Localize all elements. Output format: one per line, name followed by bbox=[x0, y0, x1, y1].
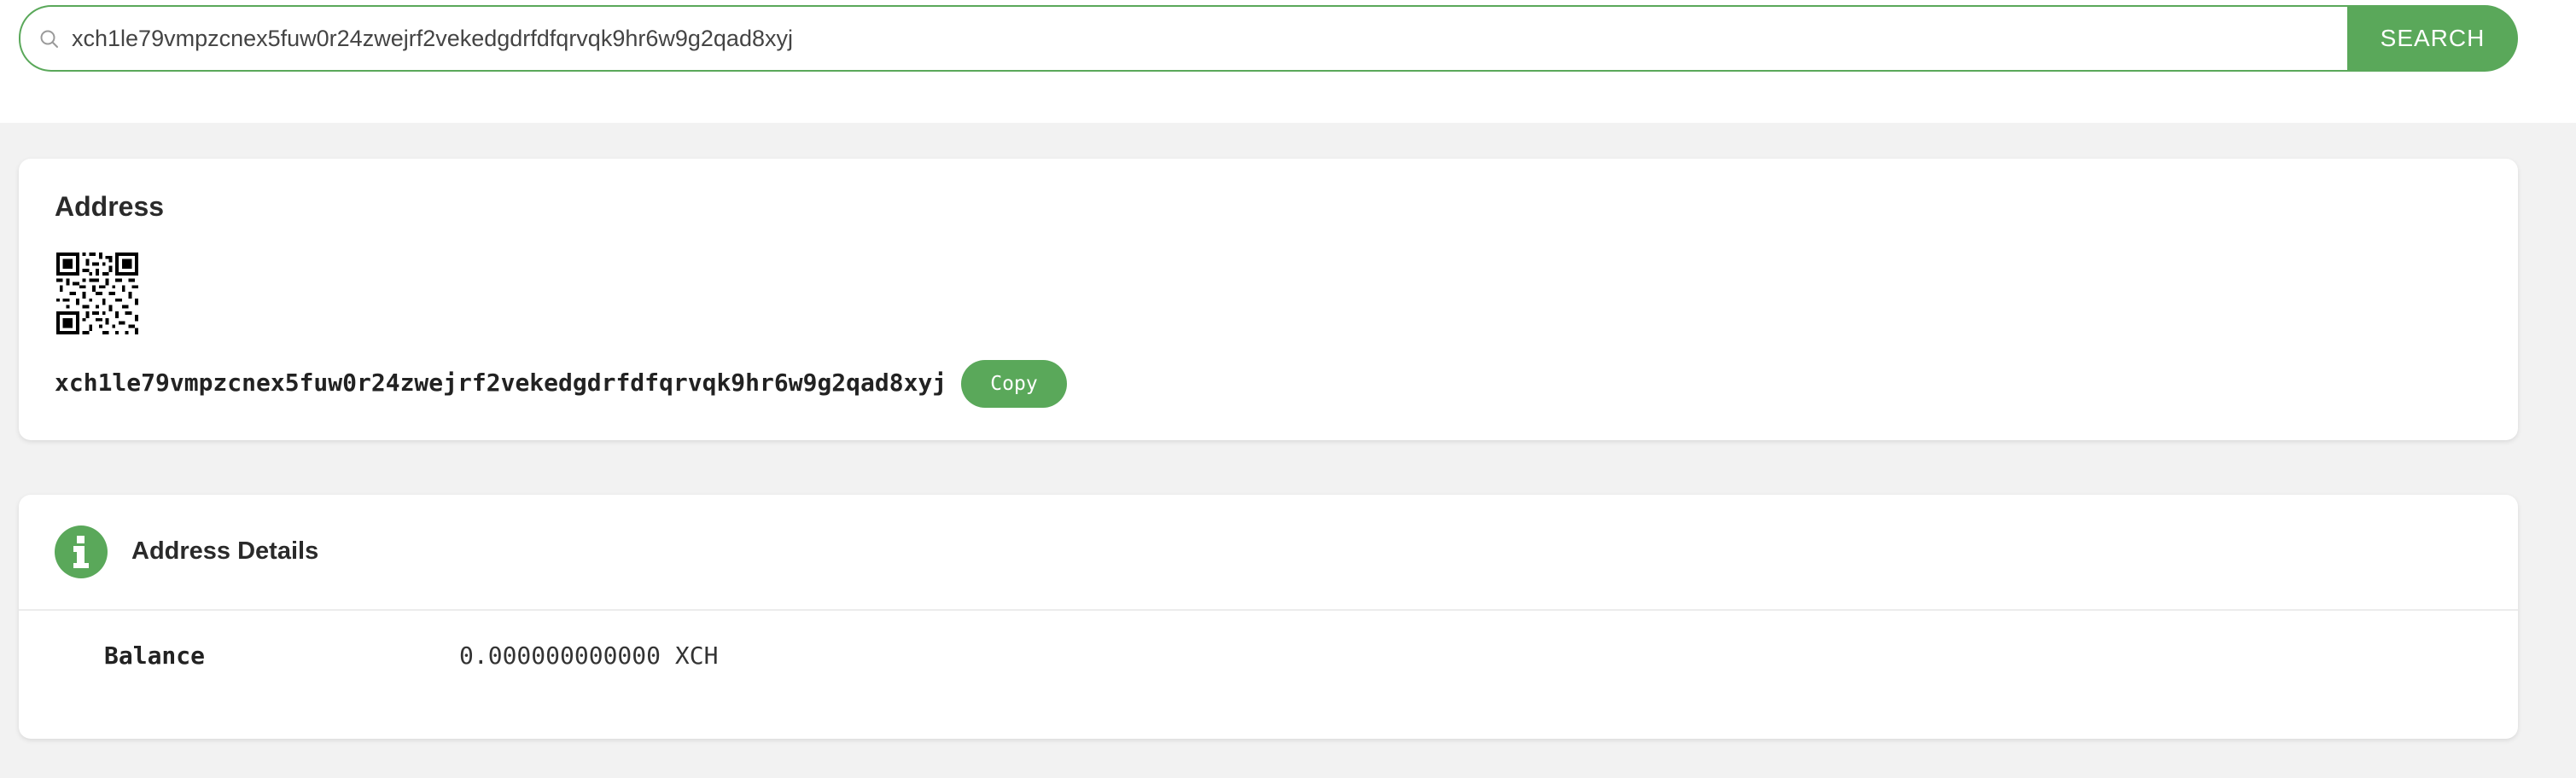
qr-code bbox=[56, 253, 138, 334]
copy-button[interactable]: Copy bbox=[961, 360, 1067, 408]
address-details-card: Address Details Balance 0.000000000000 X… bbox=[19, 495, 2518, 739]
address-card-title: Address bbox=[55, 191, 165, 222]
search-box[interactable] bbox=[19, 5, 2351, 72]
address-value: xch1le79vmpzcnex5fuw0r24zwejrf2vekedgdrf… bbox=[55, 369, 947, 397]
info-icon bbox=[55, 525, 108, 578]
address-card: Address xch1le79vmpzcnex5fuw0r24zwejrf2v… bbox=[19, 159, 2518, 440]
search-icon bbox=[39, 29, 60, 49]
details-title: Address Details bbox=[131, 537, 319, 565]
search-input[interactable] bbox=[72, 7, 2325, 70]
search-bar: SEARCH bbox=[19, 5, 2518, 72]
search-button[interactable]: SEARCH bbox=[2347, 5, 2518, 72]
balance-value: 0.000000000000 XCH bbox=[459, 642, 719, 670]
divider bbox=[19, 609, 2518, 611]
balance-label: Balance bbox=[104, 642, 206, 670]
top-bar: SEARCH bbox=[0, 0, 2576, 123]
